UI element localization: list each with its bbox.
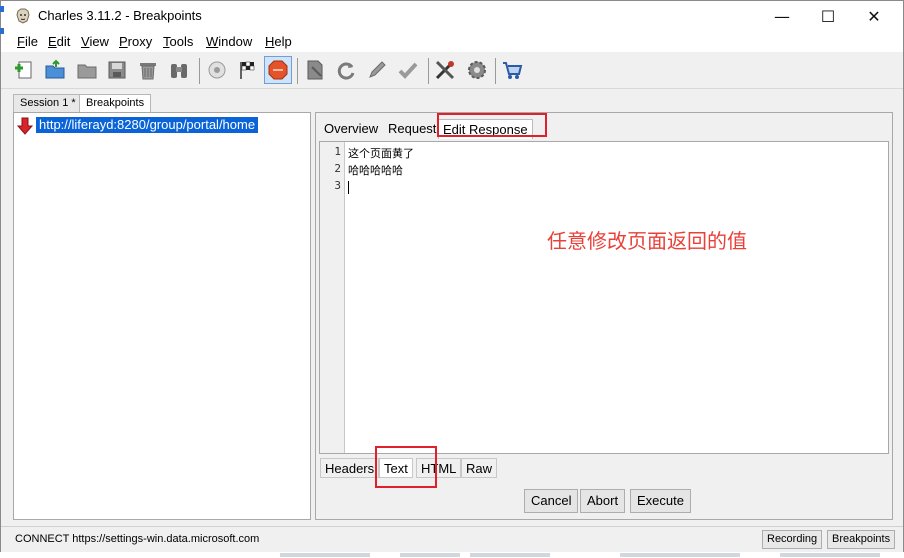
charles-app-icon [15,8,31,24]
charles-window: Charles 3.11.2 - Breakpoints — ☐ ✕ File … [0,0,904,552]
trash-icon[interactable] [136,58,160,82]
line-number: 3 [334,179,341,192]
window-title: Charles 3.11.2 - Breakpoints [38,8,202,23]
tab-session-1[interactable]: Session 1 * [13,94,83,112]
tab-overview[interactable]: Overview [320,119,382,139]
maximize-icon: ☐ [820,7,836,26]
breakpoint-arrow-icon [16,117,34,135]
tools-icon[interactable] [433,58,457,82]
structure-tree-panel: http://liferayd:8280/group/portal/home [13,112,311,520]
open-folder-icon[interactable] [43,58,67,82]
recording-button[interactable]: Recording [762,530,823,549]
minimize-button[interactable]: — [759,1,805,32]
settings-gear-icon[interactable] [465,58,489,82]
tab-raw[interactable]: Raw [461,458,498,478]
close-session-icon[interactable] [75,58,99,82]
toolbar [1,52,903,89]
cancel-button[interactable]: Cancel [524,489,579,513]
toolbar-separator [428,58,429,84]
line-number: 2 [334,162,341,175]
record-icon[interactable] [205,58,229,82]
breakpoints-stop-icon[interactable] [264,56,292,84]
tab-text[interactable]: Text [379,458,413,478]
menu-bar: File Edit View Proxy Tools Window Help [1,32,903,52]
line-number-gutter: 1 2 3 [320,142,345,453]
menu-proxy[interactable]: Proxy [119,34,152,49]
background-window-strip [0,552,904,558]
tab-request[interactable]: Request [384,119,440,139]
tab-edit-response[interactable]: Edit Response [438,119,533,139]
response-editor[interactable]: 1 2 3 这个页面黄了 哈哈哈哈哈 任意修改页面返回的值 [319,141,889,454]
tree-url[interactable]: http://liferayd:8280/group/portal/home [36,117,259,133]
tab-headers[interactable]: Headers [320,458,380,478]
menu-tools[interactable]: Tools [163,34,193,49]
maximize-button[interactable]: ☐ [805,1,851,32]
abort-button[interactable]: Abort [580,489,626,513]
text-caret [348,181,349,194]
edit-pencil-icon[interactable] [365,58,389,82]
execute-button[interactable]: Execute [630,489,691,513]
throttle-flag-icon[interactable] [236,58,260,82]
close-button[interactable]: ✕ [851,1,897,32]
binoculars-icon[interactable] [167,58,191,82]
background-window-edge [0,6,4,12]
status-bar: CONNECT https://settings-win.data.micros… [1,526,903,552]
menu-view[interactable]: View [81,34,109,49]
status-message: CONNECT https://settings-win.data.micros… [15,533,260,545]
menu-file[interactable]: File [17,34,38,49]
detail-panel: Overview Request Edit Response 1 2 3 这个页… [315,112,893,520]
menu-edit[interactable]: Edit [48,34,70,49]
save-icon[interactable] [105,58,129,82]
annotation-text: 任意修改页面返回的值 [547,229,747,253]
shopping-cart-icon[interactable] [500,58,524,82]
compose-icon[interactable] [303,58,327,82]
repeat-icon[interactable] [334,58,358,82]
toolbar-separator [199,58,200,84]
tab-html[interactable]: HTML [416,458,462,478]
minimize-icon: — [774,7,790,26]
editor-line[interactable]: 哈哈哈哈哈 [348,162,403,178]
breakpoints-status-button[interactable]: Breakpoints [827,530,896,549]
toolbar-separator [297,58,298,84]
validate-check-icon[interactable] [396,58,420,82]
line-number: 1 [334,145,341,158]
tab-breakpoints[interactable]: Breakpoints [79,94,152,112]
editor-line[interactable]: 这个页面黄了 [348,145,414,161]
new-session-icon[interactable] [12,58,36,82]
background-window-edge [0,28,4,34]
menu-window[interactable]: Window [206,34,252,49]
menu-help[interactable]: Help [265,34,292,49]
toolbar-separator [495,58,496,84]
close-icon: ✕ [867,7,881,26]
title-bar: Charles 3.11.2 - Breakpoints — ☐ ✕ [1,1,903,32]
